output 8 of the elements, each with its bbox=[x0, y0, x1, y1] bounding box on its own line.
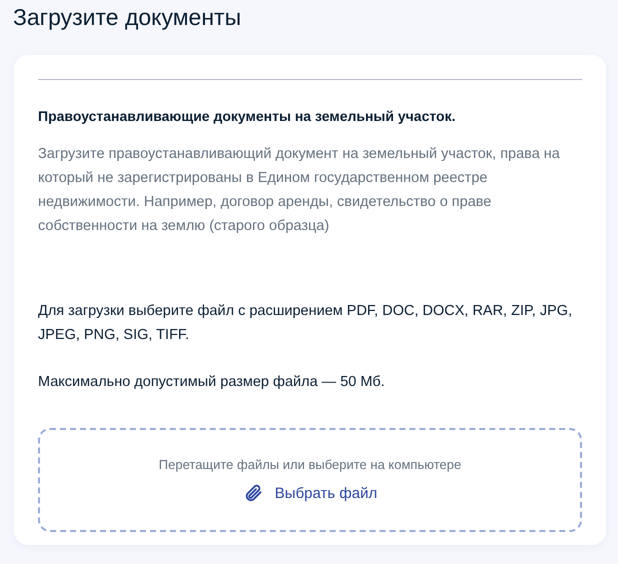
upload-note: Для загрузки выберите файл с расширением PDF, DOC, DOCX, RAR, ZIP, JPG, JPEG, PNG, SIG, TIFF. bbox=[38, 302, 574, 345]
dropzone[interactable]: Перетащите файлы или выберите на компьютере Выбрать файл bbox=[38, 428, 582, 532]
choose-file-button[interactable]: Выбрать файл bbox=[242, 484, 378, 504]
upload-note: Максимально допустимый размер файла — 50 Мб. bbox=[38, 373, 386, 392]
section-description: Загрузите правоустанавливающий документ на земельный участок, права на который не зарегистрированы в Едином государственном реестре недвижимости. Например, договор аренды, свидетельство о праве собственности на землю (старого образца) bbox=[38, 145, 561, 236]
dropzone-hint: Перетащите файлы или выберите на компьютере bbox=[158, 456, 462, 474]
section-heading: Правоустанавливающие документы на земельный участок. bbox=[38, 107, 456, 126]
page-title: Загрузите документы bbox=[12, 3, 242, 31]
